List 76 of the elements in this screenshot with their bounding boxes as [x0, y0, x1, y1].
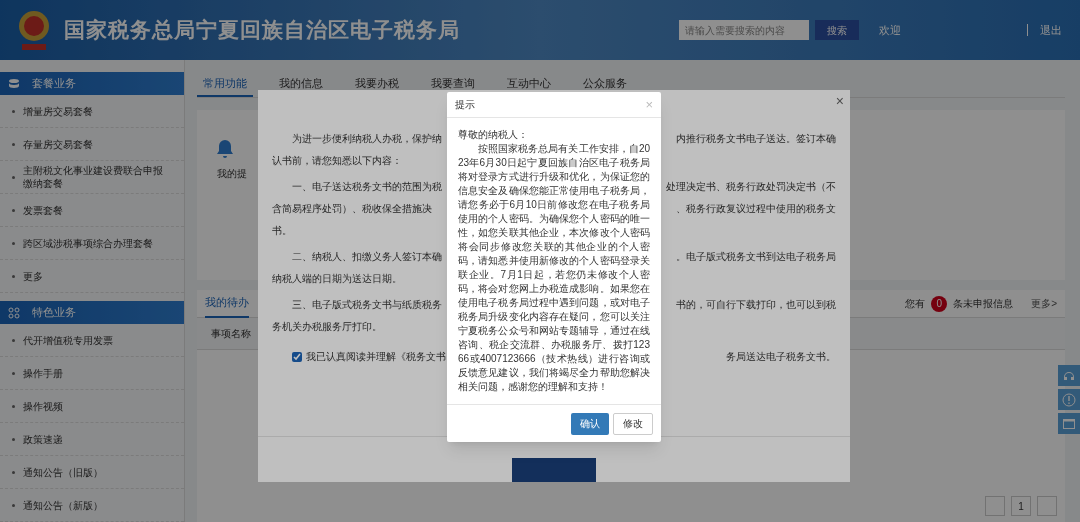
bullet-icon [12, 470, 15, 474]
agreement-text: 。电子版式税务文书到达电子税务局 [676, 250, 836, 264]
close-button[interactable]: × [835, 92, 844, 110]
agreement-text: 书的，可自行下载打印，也可以到税 [676, 298, 836, 312]
agreement-text: 认书前，请您知悉以下内容： [272, 154, 402, 168]
agreement-text: 处理决定书、税务行政处罚决定书（不 [666, 180, 836, 194]
greeting-text: 尊敬的纳税人： [458, 128, 529, 142]
nav-tab[interactable]: 我的信息 [273, 72, 329, 97]
agreement-text: 务机关办税服务厅打印。 [272, 320, 382, 334]
info-icon[interactable] [1058, 389, 1080, 410]
confirm-button[interactable]: 确认 [571, 412, 609, 435]
bullet-icon [12, 338, 15, 342]
agreement-text: 书。 [272, 224, 292, 238]
bullet-icon [12, 208, 15, 212]
search-button[interactable]: 搜索 [815, 20, 859, 40]
agreement-text: 纳税人端的日期为送达日期。 [272, 272, 402, 286]
bullet-icon [12, 371, 15, 375]
agreement-text: 、税务行政复议过程中使用的税务文 [676, 202, 836, 216]
submit-button[interactable] [512, 457, 596, 482]
bullet-icon [12, 274, 15, 278]
sidebar-item[interactable]: 主附税文化事业建设费联合申报缴纳套餐 [0, 161, 184, 194]
agree-label: 我已认真阅读并理解《税务文书 [306, 350, 446, 364]
nav-tab[interactable]: 我要查询 [425, 72, 481, 97]
agree-checkbox[interactable] [292, 352, 302, 362]
grid-icon [8, 306, 20, 319]
agreement-text: 务局送达电子税务文书。 [726, 350, 836, 364]
sidebar-item[interactable]: 代开增值税专用发票 [0, 324, 184, 357]
sidebar-section-header[interactable]: 特色业务 [0, 301, 184, 324]
nav-tab[interactable]: 我要办税 [349, 72, 405, 97]
headset-icon[interactable] [1058, 365, 1080, 386]
bullet-icon [12, 503, 15, 507]
bullet-icon [12, 404, 15, 408]
bullet-icon [12, 437, 15, 441]
agreement-text: 内推行税务文书电子送达。签订本确 [676, 132, 836, 146]
bell-icon [217, 140, 233, 158]
notice-prefix: 您有 [905, 297, 926, 311]
bullet-icon [12, 109, 15, 113]
sidebar-item[interactable]: 发票套餐 [0, 194, 184, 227]
agreement-text: 一、电子送达税务文书的范围为税 [291, 180, 442, 194]
bullet-icon [12, 142, 15, 146]
agreement-text: 三、电子版式税务文书与纸质税务 [291, 298, 442, 312]
nav-tab[interactable]: 公众服务 [577, 72, 633, 97]
bullet-icon [12, 175, 15, 179]
count-badge: 0 [931, 295, 948, 312]
notice-text: 条未申报信息 [953, 297, 1014, 311]
sidebar-item[interactable]: 操作视频 [0, 390, 184, 423]
agreement-text: 二、纳税人、扣缴义务人签订本确 [291, 250, 442, 264]
sidebar-item[interactable]: 政策速递 [0, 423, 184, 456]
page-button[interactable]: 1 [1011, 496, 1031, 516]
nav-tab[interactable]: 互动中心 [501, 72, 557, 97]
welcome-text: 欢迎 [879, 22, 901, 38]
sidebar-item[interactable]: 跨区域涉税事项综合办理套餐 [0, 227, 184, 260]
database-icon [8, 77, 20, 90]
section-title: 套餐业务 [32, 76, 76, 92]
site-title: 国家税务总局宁夏回族自治区电子税务局 [64, 17, 460, 44]
nav-tab[interactable]: 常用功能 [197, 72, 253, 97]
section-title: 特色业务 [32, 305, 76, 321]
agreement-text: 含简易程序处罚）、税收保全措施决 [272, 202, 432, 216]
sidebar-item[interactable]: 操作手册 [0, 357, 184, 390]
search-field[interactable]: 请输入需要搜索的内容 [679, 20, 809, 40]
bullet-icon [12, 241, 15, 245]
prev-page-button[interactable] [985, 496, 1005, 516]
more-link[interactable]: 更多> [1031, 296, 1057, 311]
modify-button[interactable]: 修改 [613, 412, 653, 435]
sidebar-item[interactable]: 存量房交易套餐 [0, 128, 184, 161]
sidebar-item[interactable]: 通知公告（新版） [0, 489, 184, 522]
reminder-label[interactable]: 我的提 [217, 166, 247, 181]
sidebar-item[interactable]: 更多 [0, 260, 184, 293]
logout-link[interactable]: 退出 [1040, 21, 1062, 39]
sidebar-item[interactable]: 通知公告（旧版） [0, 456, 184, 489]
agreement-text: 为进一步便利纳税人办税，保护纳 [291, 132, 442, 146]
calendar-icon[interactable] [1058, 413, 1080, 434]
next-page-button[interactable] [1037, 496, 1057, 516]
sidebar-section-header[interactable]: 套餐业务 [0, 72, 184, 95]
dialog-title: 提示 [455, 98, 475, 112]
sidebar-item[interactable]: 增量房交易套餐 [0, 95, 184, 128]
